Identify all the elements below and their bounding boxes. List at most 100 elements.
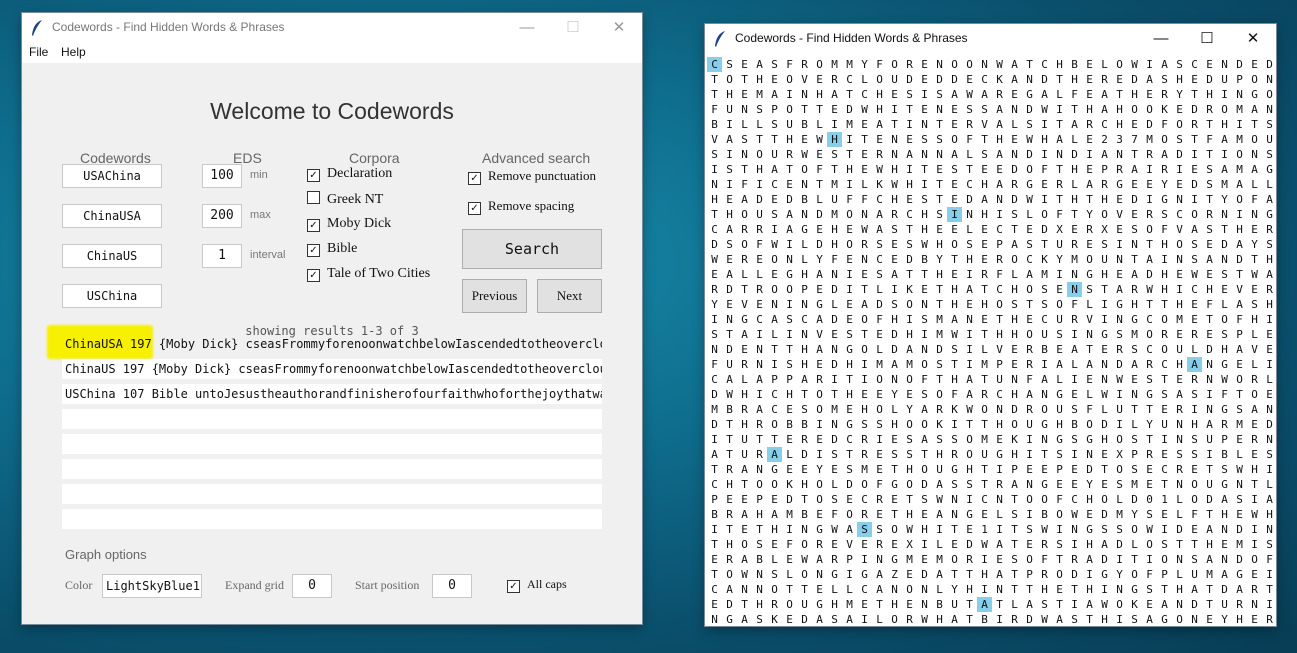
advanced-search-header: Advanced search <box>482 150 591 166</box>
eds-interval-input[interactable]: 1 <box>202 244 242 268</box>
grid-cell: W <box>1041 613 1048 626</box>
checkbox-box[interactable]: ✓ <box>307 244 320 257</box>
minimize-button[interactable]: — <box>1138 24 1184 54</box>
grid-cell: D <box>801 613 808 626</box>
codeword-input-2[interactable]: ChinaUSA <box>62 204 162 228</box>
corpus-label: Tale of Two Cities <box>327 266 431 281</box>
grid-row: THOSEFOREVEREXILEDWATERSIHADLOSTTHEMIS <box>707 535 1274 551</box>
color-input[interactable]: LightSkyBlue1 <box>102 574 202 598</box>
minimize-button[interactable]: — <box>504 13 550 43</box>
title-bar[interactable]: Codewords - Find Hidden Words & Phrases … <box>705 24 1276 54</box>
result-line-5[interactable] <box>62 434 602 454</box>
codeword-input-3[interactable]: ChinaUS <box>62 244 162 268</box>
corpus-moby-dick-checkbox[interactable]: ✓ Moby Dick <box>307 216 391 232</box>
grid-row: TRANGEEYESMETHOUGHTIPEEPEDTOSECRETSWHI <box>707 460 1274 476</box>
grid-row: YEVENINGLEADSONTHEHOSTSOFLIGHTTHEFLASH <box>707 295 1274 311</box>
result-line-7[interactable] <box>62 484 602 504</box>
grid-cell: H <box>1236 613 1243 626</box>
grid-cell: O <box>891 613 898 626</box>
search-button[interactable]: Search <box>462 229 602 269</box>
option-label: All caps <box>527 577 567 591</box>
grid-row: BRAHAMBEFORETHEANGELSIBOWEDMYSELFTHEWH <box>707 505 1274 521</box>
window-title: Codewords - Find Hidden Words & Phrases <box>52 20 285 34</box>
grid-row: PEEPEDTOSECRETSWNICNTOOFCHOLD01LODASIA <box>707 490 1274 506</box>
checkbox-box[interactable]: ✓ <box>307 219 320 232</box>
title-bar[interactable]: Codewords - Find Hidden Words & Phrases … <box>22 13 642 43</box>
grid-row: FUNSPOTTEDWHITENESSANDWITHAHOOKEDROMAN <box>707 100 1274 116</box>
close-button[interactable]: ✕ <box>1230 24 1276 54</box>
grid-row: CANNOTTELLCANONLYHINTTHETHINGSTHATDART <box>707 580 1274 596</box>
grid-row: STAILINVESTEDHIMWITHHOUSINGSMORERESPLE <box>707 325 1274 341</box>
eds-min-input[interactable]: 100 <box>202 164 242 188</box>
grid-cell: A <box>951 613 958 626</box>
grid-row: CHTOOKHOLDOFGODASSTRANGEEYESMETNOUGNTL <box>707 475 1274 491</box>
grid-cell: K <box>771 613 778 626</box>
corpus-declaration-checkbox[interactable]: ✓ Declaration <box>307 166 392 182</box>
result-line-6[interactable] <box>62 459 602 479</box>
all-caps-checkbox[interactable]: ✓ All caps <box>507 577 567 593</box>
checkbox-box[interactable]: ✓ <box>507 580 520 593</box>
remove-punctuation-checkbox[interactable]: ✓ Remove punctuation <box>468 168 596 185</box>
menu-help[interactable]: Help <box>61 45 86 59</box>
grid-row: VASTTHEWHITENESSOFTHEWHALE237MOSTFAMOU <box>707 130 1274 147</box>
codeword-input-1[interactable]: USAChina <box>62 164 162 188</box>
corpus-tale-two-cities-checkbox[interactable]: ✓ Tale of Two Cities <box>307 266 430 282</box>
option-label: Remove punctuation <box>488 168 596 183</box>
grid-cell: D <box>1026 613 1033 626</box>
expand-grid-input[interactable]: 0 <box>292 574 332 598</box>
grid-row: WEREONLYFENCEDBYTHEROCKYMOUNTAINSANDTH <box>707 250 1274 266</box>
grid-cell: H <box>936 613 943 626</box>
grid-row: ERABLEWARPINGMEMORIESOFTRADITIONSANDOF <box>707 550 1274 566</box>
grid-cell: I <box>996 613 1003 626</box>
grid-cell: E <box>1206 613 1213 626</box>
remove-spacing-checkbox[interactable]: ✓ Remove spacing <box>468 198 574 215</box>
window-title: Codewords - Find Hidden Words & Phrases <box>735 31 968 45</box>
feather-app-icon <box>715 31 725 47</box>
close-button[interactable]: ✕ <box>596 13 642 43</box>
result-line-2[interactable]: ChinaUS 197 {Moby Dick} cseasFrommyforen… <box>62 359 602 379</box>
corpus-bible-checkbox[interactable]: ✓ Bible <box>307 241 357 257</box>
result-line-1[interactable]: ChinaUSA 197 {Moby Dick} cseasFrommyfore… <box>62 334 602 354</box>
grid-cell: A <box>1056 613 1063 626</box>
result-line-8[interactable] <box>62 509 602 529</box>
maximize-button[interactable]: ☐ <box>550 13 596 43</box>
grid-row: EDTHROUGHMETHENBUTATLASTIAWOKEANDTURNI <box>707 595 1274 612</box>
grid-cell: N <box>711 613 718 626</box>
result-line-3[interactable]: USChina 107 Bible untoJesustheauthorandf… <box>62 384 602 404</box>
grid-row: TOWNSLONGIGAZEDATTHATPRODIGYOFPLUMAGEI <box>707 565 1274 581</box>
grid-row: ATURALDISTRESSTHROUGHITSINEXPRESSIBLES <box>707 445 1274 462</box>
codeword-input-4[interactable]: USChina <box>62 284 162 308</box>
grid-row: INGCASCADEOFHISMANETHECURVINGCOMETOFHI <box>707 310 1274 326</box>
grid-cell: O <box>1176 613 1183 626</box>
menu-file[interactable]: File <box>29 45 48 59</box>
grid-row: ISTHATOFTHEWHITESTEEDOFTHEPRAIRIESAMAG <box>707 160 1274 176</box>
previous-button[interactable]: Previous <box>462 279 527 313</box>
eds-interval-label: interval <box>250 249 286 261</box>
grid-row: MBRACESOMEHOLYARKWONDROUSFLUTTERINGSAN <box>707 400 1274 416</box>
corpus-label: Declaration <box>327 166 393 181</box>
corpus-label: Greek NT <box>327 192 384 207</box>
checkbox-box[interactable]: ✓ <box>468 172 481 185</box>
page-title: Welcome to Codewords <box>210 98 454 124</box>
grid-cell: G <box>1161 613 1168 626</box>
eds-max-input[interactable]: 200 <box>202 204 242 228</box>
corpus-greek-nt-checkbox[interactable]: Greek NT <box>307 191 383 208</box>
next-button[interactable]: Next <box>537 279 602 313</box>
start-position-input[interactable]: 0 <box>432 574 472 598</box>
grid-cell: E <box>1251 613 1258 626</box>
grid-cell: S <box>756 613 763 626</box>
grid-cell: R <box>906 613 913 626</box>
maximize-button[interactable]: ☐ <box>1184 24 1230 54</box>
letter-grid: CSEASFROMMYFORENOONWATCHBELOWIASCENDEDTO… <box>707 55 1274 626</box>
result-line-4[interactable] <box>62 409 602 429</box>
grid-row: CARRIAGEHEWASTHEELECTEDXERXESOFVASTHER <box>707 220 1274 236</box>
grid-cell: A <box>1146 613 1153 626</box>
eds-max-label: max <box>250 209 271 221</box>
checkbox-box[interactable]: ✓ <box>307 169 320 182</box>
checkbox-box[interactable]: ✓ <box>307 269 320 282</box>
checkbox-box[interactable]: ✓ <box>468 202 481 215</box>
grid-cell: G <box>726 613 733 626</box>
checkbox-box[interactable] <box>307 191 320 204</box>
grid-cell: S <box>1071 613 1078 626</box>
corpora-header: Corpora <box>349 150 400 166</box>
